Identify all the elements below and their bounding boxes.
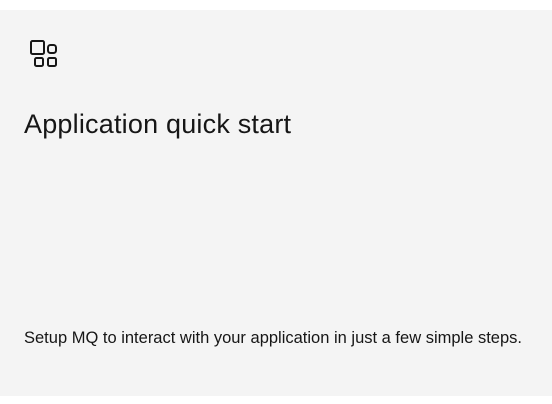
application-icon [30, 40, 58, 68]
tile-title: Application quick start [24, 109, 292, 139]
application-quick-start-tile[interactable]: Application quick start Setup MQ to inte… [0, 10, 552, 396]
page: Application quick start Setup MQ to inte… [0, 0, 552, 404]
tile-description: Setup MQ to interact with your applicati… [24, 329, 522, 347]
